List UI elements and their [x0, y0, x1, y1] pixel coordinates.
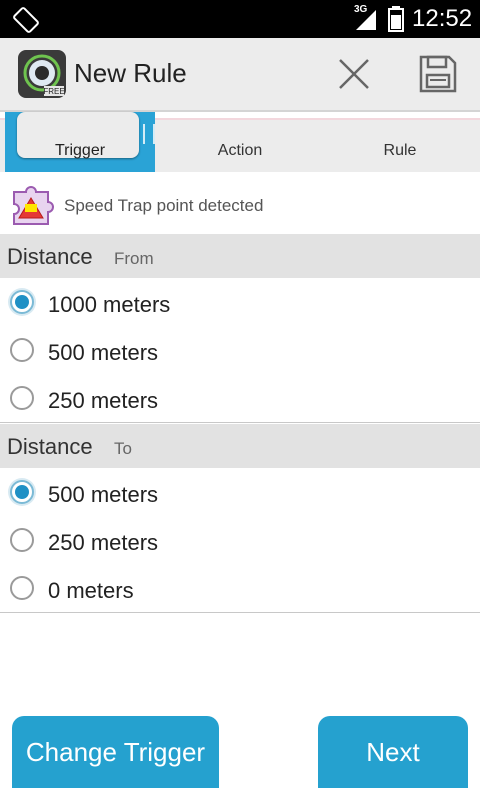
radio-button[interactable]	[10, 338, 34, 362]
radio-to-250[interactable]: 250 meters	[0, 518, 480, 566]
tab-rule[interactable]: Rule	[320, 120, 480, 174]
radio-from-250[interactable]: 250 meters	[0, 376, 480, 424]
screen-rotation-icon	[12, 6, 40, 39]
section-subtitle: From	[114, 249, 154, 268]
radio-button[interactable]	[10, 576, 34, 600]
trigger-description: Speed Trap point detected	[64, 196, 264, 215]
close-icon	[339, 59, 369, 89]
radio-label: 500 meters	[48, 482, 159, 507]
radio-button-checked[interactable]	[10, 290, 34, 314]
change-trigger-button[interactable]: Change Trigger	[12, 716, 219, 788]
section-title: Distance	[7, 244, 93, 269]
puzzle-plugin-icon	[10, 180, 58, 228]
radio-to-0[interactable]: 0 meters	[0, 566, 480, 614]
app-logo-icon: FREE	[18, 50, 66, 98]
radio-to-500[interactable]: 500 meters	[0, 470, 480, 518]
tab-trigger[interactable]: Trigger	[0, 120, 160, 174]
radio-from-500[interactable]: 500 meters	[0, 328, 480, 376]
radio-label: 0 meters	[48, 578, 134, 603]
battery-icon	[388, 6, 404, 37]
section-title: Distance	[7, 434, 93, 459]
radio-button[interactable]	[10, 528, 34, 552]
radio-label: 500 meters	[48, 340, 159, 365]
radio-label: 1000 meters	[48, 292, 171, 317]
status-bar: 3G 12:52	[0, 0, 480, 38]
radio-button-checked[interactable]	[10, 480, 34, 504]
next-button[interactable]: Next	[318, 716, 468, 788]
radio-label: 250 meters	[48, 530, 159, 555]
divider	[0, 422, 480, 423]
tab-bar: Trigger Action Rule	[0, 112, 480, 174]
divider	[0, 612, 480, 613]
distance-to-header: Distance To	[0, 424, 480, 468]
section-subtitle: To	[114, 439, 132, 458]
tab-action[interactable]: Action	[160, 120, 320, 174]
signal-icon	[354, 6, 378, 37]
radio-from-1000[interactable]: 1000 meters	[0, 280, 480, 328]
radio-label: 250 meters	[48, 388, 159, 413]
save-icon	[419, 55, 457, 93]
page-title: New Rule	[74, 58, 187, 88]
action-bar: FREE New Rule	[0, 38, 480, 112]
svg-text:FREE: FREE	[43, 87, 64, 96]
trigger-summary: Speed Trap point detected	[0, 172, 480, 234]
radio-button[interactable]	[10, 386, 34, 410]
discard-button[interactable]	[330, 50, 378, 98]
clock: 12:52	[412, 5, 473, 32]
distance-from-header: Distance From	[0, 234, 480, 278]
save-button[interactable]	[414, 50, 462, 98]
